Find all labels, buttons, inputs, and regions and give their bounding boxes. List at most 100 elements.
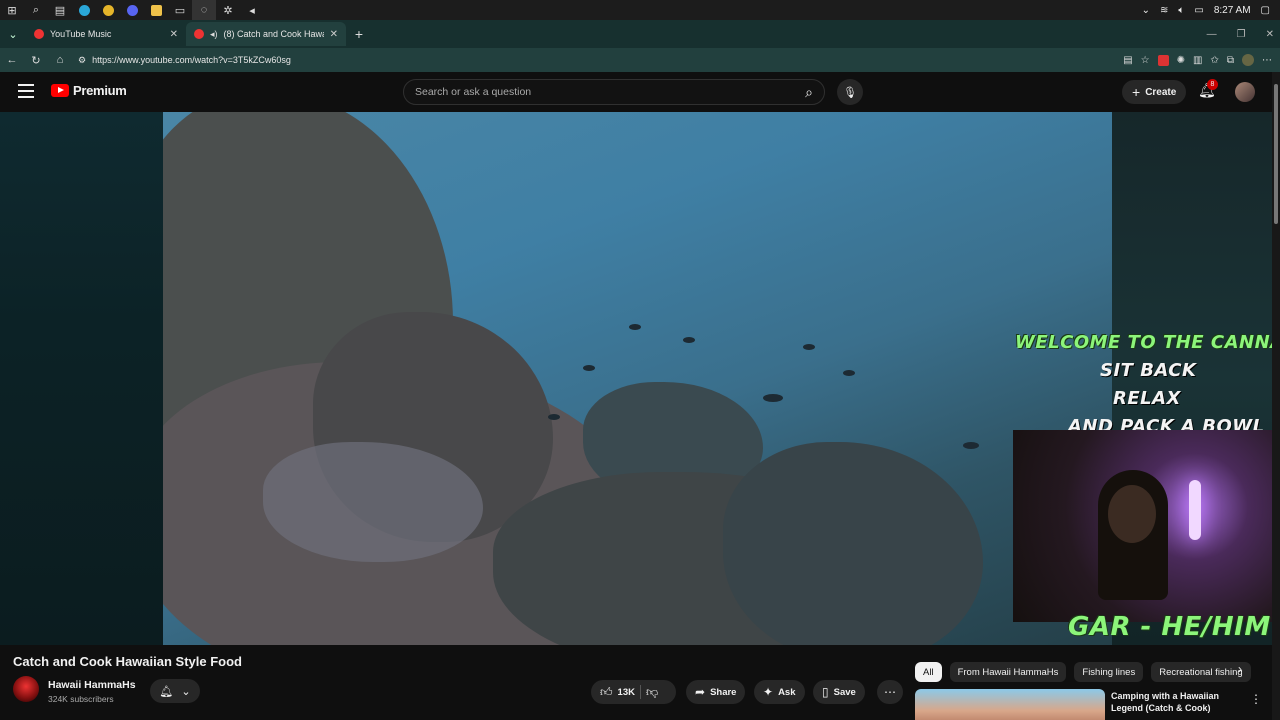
youtube-header: Premium Search or ask a question ⌕ 🎙︎ + … <box>0 72 1280 112</box>
video-player[interactable]: WELCOME TO THE CANNA CABIN SIT BACK RELA… <box>0 112 1272 645</box>
window-icon[interactable]: ▭ <box>168 0 192 20</box>
chip-from-channel[interactable]: From Hawaii HammaHs <box>949 662 1067 682</box>
like-dislike-group: 👍︎ 13K 👎︎ <box>591 680 676 704</box>
favorite-star-icon[interactable]: ☆ <box>1141 55 1150 66</box>
close-window-icon[interactable]: ✕ <box>1266 29 1274 40</box>
save-label: Save <box>833 686 856 698</box>
browser-tab-catch-and-cook[interactable]: ◂) (8) Catch and Cook Hawaiian ✕ <box>186 22 346 46</box>
notification-count-badge: 8 <box>1207 79 1218 90</box>
restore-icon[interactable]: ❐ <box>1237 29 1246 40</box>
chrome-icon[interactable] <box>96 0 120 20</box>
logo-text: Premium <box>73 83 127 98</box>
voice-search-mic-icon[interactable]: 🎙︎ <box>837 79 863 105</box>
share-label: Share <box>710 686 737 698</box>
url-field[interactable]: ⚙︎ https://www.youtube.com/watch?v=3T5kZ… <box>72 50 1123 70</box>
edge-icon[interactable] <box>72 0 96 20</box>
reader-mode-icon[interactable]: ▤ <box>1123 55 1132 66</box>
system-tray: ⌄ ≋ 🔈︎ ▭ 8:27 AM ▢ <box>1142 0 1280 20</box>
ask-label: Ask <box>778 686 796 698</box>
dislike-thumb-icon[interactable]: 👎︎ <box>646 685 658 700</box>
save-button[interactable]: ▯ Save <box>813 680 865 704</box>
create-button[interactable]: + Create <box>1122 80 1187 104</box>
file-explorer-icon[interactable] <box>144 0 168 20</box>
volume-icon[interactable]: 🔈︎ <box>1178 5 1184 16</box>
speaker-icon[interactable]: ◂) <box>210 29 218 40</box>
search-input[interactable]: Search or ask a question <box>415 86 794 98</box>
notifications-bell-icon[interactable]: 🔔︎ 8 <box>1198 79 1218 102</box>
site-info-icon[interactable]: ⚙︎ <box>78 55 86 66</box>
fish <box>548 414 560 420</box>
chevron-down-icon: ⌄ <box>181 685 191 698</box>
split-screen-icon[interactable]: ▥ <box>1193 55 1202 66</box>
clock[interactable]: 8:27 AM <box>1214 5 1251 16</box>
ask-button[interactable]: ✦ Ask <box>754 680 805 704</box>
fish <box>963 442 979 449</box>
notification-center-icon[interactable]: ▢ <box>1261 5 1270 16</box>
search-box[interactable]: Search or ask a question ⌕ <box>403 79 825 105</box>
search-icon[interactable]: ⌕ <box>24 0 48 20</box>
recommended-video-title[interactable]: Camping with a Hawaiian Legend (Catch & … <box>1111 690 1241 714</box>
channel-name[interactable]: Hawaii HammaHs <box>48 679 136 691</box>
chevron-right-icon[interactable]: › <box>1238 662 1242 676</box>
video-title: Catch and Cook Hawaiian Style Food <box>13 654 242 669</box>
page-scrollbar[interactable] <box>1272 72 1280 720</box>
discord-icon[interactable] <box>120 0 144 20</box>
task-view-icon[interactable]: ▤ <box>48 0 72 20</box>
browser-tab-youtube-music[interactable]: YouTube Music ✕ <box>26 22 186 46</box>
sound-app-icon[interactable]: ◂ <box>240 0 264 20</box>
scrollbar-thumb[interactable] <box>1274 84 1278 224</box>
youtube-play-icon <box>51 84 69 97</box>
lamp <box>1189 480 1201 540</box>
account-avatar[interactable] <box>1235 82 1255 102</box>
more-menu-icon[interactable]: ⋯ <box>1262 55 1272 66</box>
battery-icon[interactable]: ▭ <box>1194 5 1203 16</box>
close-tab-icon[interactable]: ✕ <box>170 29 178 40</box>
recommended-video-thumbnail[interactable] <box>915 689 1105 720</box>
channel-avatar[interactable] <box>13 676 39 702</box>
divider <box>639 685 641 699</box>
wifi-icon[interactable]: ≋ <box>1160 5 1168 16</box>
share-button[interactable]: ➦ Share <box>686 680 746 704</box>
url-text: https://www.youtube.com/watch?v=3T5kZCw6… <box>92 55 291 65</box>
youtube-music-favicon-icon <box>34 29 44 39</box>
windows-start-icon[interactable]: ⊞ <box>0 0 24 20</box>
like-count[interactable]: 13K <box>618 687 635 698</box>
extension-puzzle-icon[interactable]: ✺ <box>1177 55 1185 66</box>
hamburger-menu-icon[interactable] <box>18 84 34 98</box>
chip-recreational-fishing[interactable]: Recreational fishing <box>1151 662 1251 682</box>
close-tab-icon[interactable]: ✕ <box>330 29 338 40</box>
tab-list-chevron-icon[interactable]: ⌄ <box>0 28 26 41</box>
favorites-icon[interactable]: ✩ <box>1210 55 1218 66</box>
overlay-welcome-line-2: SIT BACK <box>1100 360 1197 381</box>
video-frame-underwater-reef <box>163 112 1112 645</box>
ambient-left <box>0 112 163 645</box>
window-controls: — ❐ ✕ <box>1207 20 1274 48</box>
more-horizontal-icon: ⋯ <box>884 685 896 699</box>
chip-fishing-lines[interactable]: Fishing lines <box>1074 662 1144 682</box>
reload-icon[interactable]: ↻ <box>24 54 48 67</box>
like-thumb-icon[interactable]: 👍︎ <box>600 685 613 700</box>
more-actions-button[interactable]: ⋯ <box>877 680 903 704</box>
overlay-name-tag: GAR - HE/HIM <box>1068 612 1271 642</box>
fish <box>763 394 783 402</box>
profile-avatar-icon[interactable] <box>1242 54 1254 66</box>
recommendation-chips: All From Hawaii HammaHs Fishing lines Re… <box>915 661 1255 683</box>
bookmark-icon: ▯ <box>822 685 829 699</box>
youtube-favicon-icon <box>194 29 204 39</box>
fish <box>803 344 815 350</box>
address-bar-row: ← ↻ ⌂ ⚙︎ https://www.youtube.com/watch?v… <box>0 48 1280 72</box>
more-vertical-icon[interactable]: ⋮ <box>1250 692 1262 706</box>
back-arrow-icon[interactable]: ← <box>0 54 24 66</box>
search-button-icon[interactable]: ⌕ <box>794 84 824 101</box>
chrome-alt-icon[interactable]: ◌ <box>192 0 216 20</box>
home-icon[interactable]: ⌂ <box>48 54 72 66</box>
settings-icon[interactable]: ✲ <box>216 0 240 20</box>
new-tab-button[interactable]: + <box>346 26 372 42</box>
chevron-up-icon[interactable]: ⌄ <box>1142 5 1150 16</box>
chip-all[interactable]: All <box>915 662 942 682</box>
collections-icon[interactable]: ⧉ <box>1227 55 1234 66</box>
extension-red-icon[interactable] <box>1157 54 1169 66</box>
minimize-icon[interactable]: — <box>1207 29 1217 40</box>
youtube-premium-logo[interactable]: Premium <box>51 83 127 98</box>
subscribed-notification-button[interactable]: 🔔︎ ⌄ <box>150 679 200 703</box>
